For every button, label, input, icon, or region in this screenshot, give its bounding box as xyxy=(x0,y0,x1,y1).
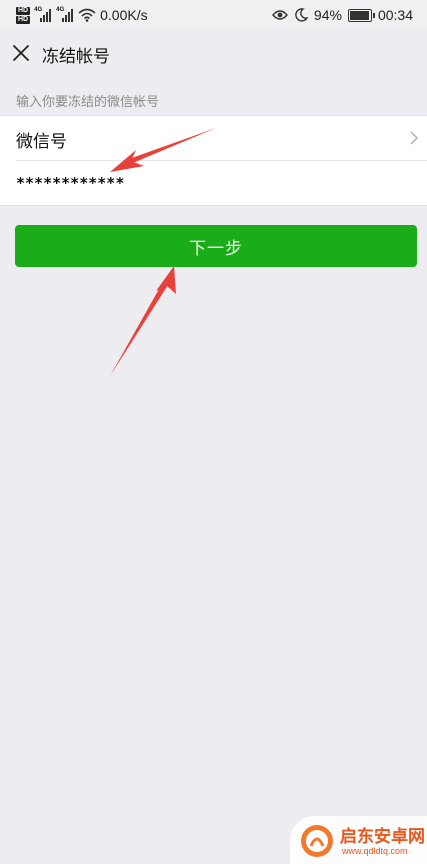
hd-icon: HD HD xyxy=(16,6,31,24)
battery-percent: 94% xyxy=(313,7,342,23)
wifi-icon xyxy=(78,8,96,22)
network-speed: 0.00K/s xyxy=(100,7,148,23)
status-right: 94% 00:34 xyxy=(271,0,413,30)
account-input[interactable] xyxy=(16,170,396,196)
account-type-label: 微信号 xyxy=(16,132,67,152)
next-button[interactable]: 下一步 xyxy=(15,225,417,267)
watermark-logo-icon xyxy=(301,825,333,857)
page-title: 冻结帐号 xyxy=(42,47,110,67)
eye-icon xyxy=(271,10,288,20)
divider xyxy=(16,160,427,161)
watermark-url: www.qdldtq.com xyxy=(342,846,408,856)
watermark: 启东安卓网 www.qdldtq.com xyxy=(290,816,427,864)
status-left: HD HD 4G 4G 0.00K/s xyxy=(16,0,148,30)
close-icon[interactable] xyxy=(11,43,31,63)
signal-icon: 4G xyxy=(34,7,52,23)
annotation-arrow-button xyxy=(110,266,176,376)
battery-icon xyxy=(347,8,375,22)
account-type-selector[interactable]: 微信号 xyxy=(0,116,427,160)
account-form: 微信号 xyxy=(0,115,427,206)
clock: 00:34 xyxy=(377,7,413,23)
status-bar: HD HD 4G 4G 0.00K/s 94% 00:34 xyxy=(0,0,427,30)
form-hint: 输入你要冻结的微信帐号 xyxy=(16,95,160,110)
signal-icon: 4G xyxy=(56,7,74,23)
moon-icon xyxy=(295,8,308,22)
title-bar: 冻结帐号 xyxy=(0,30,427,78)
battery-fill xyxy=(349,10,369,20)
chevron-right-icon xyxy=(410,131,419,145)
watermark-name: 启东安卓网 xyxy=(340,827,425,847)
